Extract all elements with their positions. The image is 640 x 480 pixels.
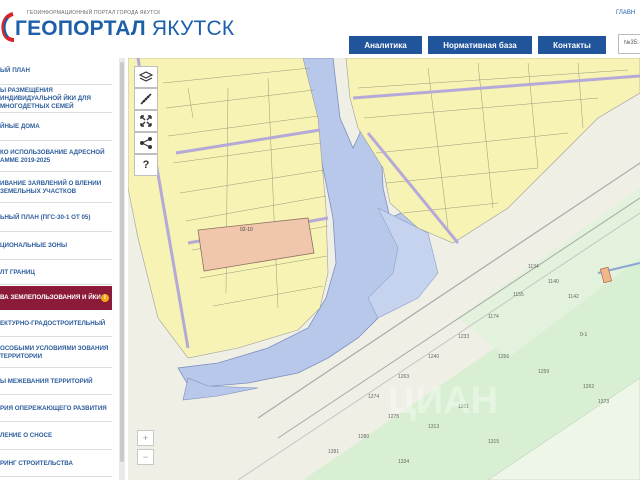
header: ГЕОИНФОРМАЦИОННЫЙ ПОРТАЛ ГОРОДА ЯКУТСК Г… <box>0 0 640 58</box>
normative-base-button[interactable]: Нормативная база <box>428 36 532 54</box>
geoportal-page: ГЕОИНФОРМАЦИОННЫЙ ПОРТАЛ ГОРОДА ЯКУТСК Г… <box>0 0 640 480</box>
sidebar-item-label: ЛЕНИЕ О СНОСЕ <box>0 432 53 439</box>
sidebar-item-borders[interactable]: ЛТ ГРАНИЦ <box>0 261 112 285</box>
sidebar-item-architecture[interactable]: ЕКТУРНО-ГРАДОСТРОИТЕЛЬНЫЙ <box>0 311 112 337</box>
fullscreen-icon <box>140 115 152 127</box>
parcel-number: 1281 <box>328 449 339 455</box>
parcel-number: 1155 <box>513 292 524 298</box>
sidebar-item-label: ВА ЗЕМЛЕПОЛЬЗОВАНИЯ И ЙКИ <box>0 294 101 301</box>
measure-button[interactable] <box>134 88 158 110</box>
selected-parcel-label: 02-10 <box>240 227 253 233</box>
ruler-icon <box>140 93 152 105</box>
sidebar-item-label: ЫЙ ПЛАН <box>0 67 30 74</box>
info-icon[interactable]: i <box>101 294 109 302</box>
sidebar-item-label: ЦИОНАЛЬНЫЕ ЗОНЫ <box>0 242 68 249</box>
share-icon <box>140 137 152 149</box>
sidebar-item-label: РИНГ СТРОИТЕЛЬСТВА <box>0 459 73 467</box>
portal-tagline: ГЕОИНФОРМАЦИОННЫЙ ПОРТАЛ ГОРОДА ЯКУТСК <box>27 10 161 16</box>
sidebar-item-pgs-plan[interactable]: ЬНЫЙ ПЛАН (ПГС-30-1 ОТ 05) <box>0 204 112 232</box>
zoom-out-button[interactable]: − <box>137 449 154 465</box>
layers-sidebar: ЫЙ ПЛАН Ы РАЗМЕЩЕНИЯ ИНДИВИДУАЛЬНОЙ ЙКИ … <box>0 58 118 480</box>
watermark: ЦИАН <box>388 380 498 422</box>
sidebar-item-land-use-rules[interactable]: ВА ЗЕМЛЕПОЛЬЗОВАНИЯ И ЙКИ i <box>0 286 112 310</box>
sidebar-item-label: ЛТ ГРАНИЦ <box>0 268 35 276</box>
sidebar-scrollbar-thumb[interactable] <box>120 62 124 462</box>
sidebar-item-address-program[interactable]: КО ИСПОЛЬЗОВАНИЕ АДРЕСНОЙ АММЕ 2019-2025 <box>0 142 112 172</box>
layers-button[interactable] <box>134 66 158 88</box>
parcel-number: 1134 <box>528 264 539 270</box>
layers-icon <box>139 71 153 82</box>
sidebar-item-ijs-placement[interactable]: Ы РАЗМЕЩЕНИЯ ИНДИВИДУАЛЬНОЙ ЙКИ ДЛЯ МНОГ… <box>0 86 112 113</box>
sidebar-item-label: Ы МЕЖЕВАНИЯ ТЕРРИТОРИЙ <box>0 377 93 385</box>
zoom-out-icon: − <box>142 452 149 462</box>
contacts-button[interactable]: Контакты <box>538 36 606 54</box>
sidebar-item-functional-zones[interactable]: ЦИОНАЛЬНЫЕ ЗОНЫ <box>0 233 112 260</box>
zoom-in-button[interactable]: + <box>137 430 154 446</box>
parcel-number: 1140 <box>548 279 559 285</box>
sidebar-item-land-applications[interactable]: ИВАНИЕ ЗАЯВЛЕНИЙ О ВЛЕНИИ ЗЕМЕЛЬНЫХ УЧАС… <box>0 173 112 203</box>
sidebar-item-label: КО ИСПОЛЬЗОВАНИЕ АДРЕСНОЙ АММЕ 2019-2025 <box>0 148 105 164</box>
parcel-number: 1262 <box>583 384 594 390</box>
help-button[interactable]: ? <box>134 154 158 176</box>
parcel-number: 1142 <box>568 294 579 300</box>
parcel-number: 1174 <box>488 314 499 320</box>
sidebar-item-advanced-development[interactable]: РИЯ ОПЕРЕЖАЮЩЕГО РАЗВИТИЯ <box>0 396 112 422</box>
zoom-in-icon: + <box>142 433 149 443</box>
main-page-link[interactable]: ГЛАВН <box>616 10 635 16</box>
parcel-number: 1313 <box>428 424 439 430</box>
analytics-button[interactable]: Аналитика <box>349 36 422 54</box>
map-canvas: 02-10 0-1 1134 1140 1142 1155 1174 1233 … <box>128 58 640 480</box>
sidebar-item-label: ЙНЫЕ ДОМА <box>0 123 40 130</box>
sidebar-item-construction-monitoring[interactable]: РИНГ СТРОИТЕЛЬСТВА <box>0 451 112 477</box>
sidebar-item-special-zones[interactable]: ОСОБЫМИ УСЛОВИЯМИ ЗОВАНИЯ ТЕРРИТОРИИ <box>0 338 112 368</box>
sidebar-item-demolition[interactable]: ЛЕНИЕ О СНОСЕ <box>0 423 112 450</box>
sidebar-item-general-plan[interactable]: ЫЙ ПЛАН <box>0 58 112 85</box>
portal-logo-title[interactable]: ГЕОПОРТАЛ ЯКУТСК <box>15 17 234 41</box>
parcel-number: 1240 <box>428 354 439 360</box>
cadastral-map[interactable]: 02-10 0-1 1134 1140 1142 1155 1174 1233 … <box>128 58 640 480</box>
sidebar-item-houses[interactable]: ЙНЫЕ ДОМА <box>0 114 112 141</box>
sidebar-item-label: ЕКТУРНО-ГРАДОСТРОИТЕЛЬНЫЙ <box>0 319 106 327</box>
logo-word-city: ЯКУТСК <box>151 17 235 40</box>
parcel-number: 1280 <box>358 434 369 440</box>
sidebar-item-label: ЬНЫЙ ПЛАН (ПГС-30-1 ОТ 05) <box>0 213 91 221</box>
parcel-number: 1315 <box>488 439 499 445</box>
parcel-number: 1233 <box>458 334 469 340</box>
search-input[interactable]: №35: <box>618 34 640 54</box>
sidebar-item-label: РИЯ ОПЕРЕЖАЮЩЕГО РАЗВИТИЯ <box>0 404 107 412</box>
parcel-number: 1373 <box>598 399 609 405</box>
parcel-number: 1334 <box>398 459 409 465</box>
sidebar-item-label: Ы РАЗМЕЩЕНИЯ ИНДИВИДУАЛЬНОЙ ЙКИ ДЛЯ МНОГ… <box>0 87 91 110</box>
sidebar-item-label: ОСОБЫМИ УСЛОВИЯМИ ЗОВАНИЯ ТЕРРИТОРИИ <box>0 344 109 360</box>
share-button[interactable] <box>134 132 158 154</box>
sidebar-item-survey-projects[interactable]: Ы МЕЖЕВАНИЯ ТЕРРИТОРИЙ <box>0 369 112 395</box>
logo-word-geoportal: ГЕОПОРТАЛ <box>15 17 146 40</box>
parcel-number: 1256 <box>498 354 509 360</box>
parcel-number: 1274 <box>368 394 379 400</box>
parcel-label-right: 0-1 <box>580 332 587 338</box>
sidebar-item-label: ИВАНИЕ ЗАЯВЛЕНИЙ О ВЛЕНИИ ЗЕМЕЛЬНЫХ УЧАС… <box>0 179 102 195</box>
parcel-number: 1259 <box>538 369 549 375</box>
fullscreen-button[interactable] <box>134 110 158 132</box>
